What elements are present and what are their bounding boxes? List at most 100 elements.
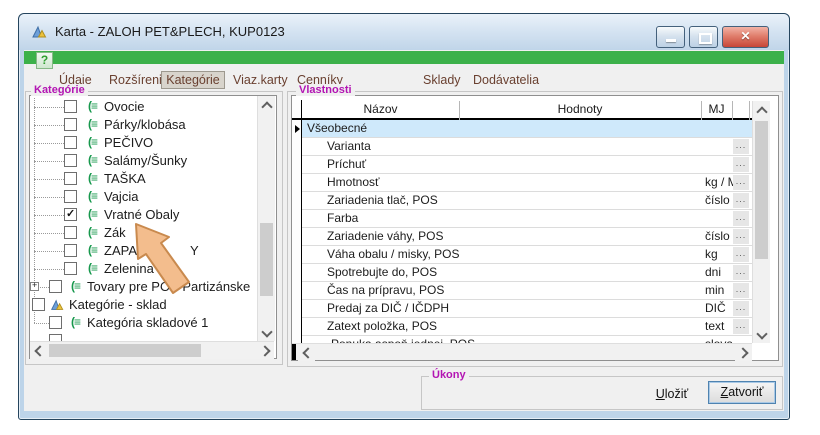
row-zariadenia-tlac[interactable]: Zariadenia tlač, POS číslo ... — [292, 192, 752, 210]
scroll-left-icon[interactable] — [298, 344, 315, 361]
row-varianta[interactable]: Varianta ... — [292, 138, 752, 156]
category-icon: (≡ — [88, 261, 97, 275]
checkbox[interactable] — [64, 190, 77, 203]
checkbox[interactable] — [64, 226, 77, 239]
screenshot-page: Karta - ZALOH PET&PLECH, KUP0123 ✕ ? Úda… — [0, 0, 820, 435]
category-icon: (≡ — [88, 225, 97, 239]
checkbox[interactable] — [64, 172, 77, 185]
checkbox[interactable] — [49, 334, 62, 341]
expand-plus-icon[interactable] — [30, 282, 39, 291]
close-dialog-button[interactable]: Zatvoriť — [708, 381, 776, 404]
checkbox[interactable] — [64, 100, 77, 113]
scroll-left-icon[interactable] — [30, 342, 47, 359]
properties-rows: Všeobecné Varianta ... Príchuť ... Hmotn… — [292, 120, 752, 343]
pointer-arrow-overlay — [128, 220, 204, 306]
tab-kategorie[interactable]: Kategórie — [161, 71, 225, 89]
category-icon: (≡ — [88, 99, 97, 113]
tree-item-taska[interactable]: (≡ TAŠKA — [30, 170, 258, 188]
save-button[interactable]: Uložiť — [644, 384, 700, 404]
category-icon: (≡ — [88, 153, 97, 167]
checkbox-checked[interactable] — [64, 208, 77, 221]
app-icon — [31, 24, 47, 40]
more-button[interactable]: ... — [733, 301, 749, 316]
titlebar[interactable]: Karta - ZALOH PET&PLECH, KUP0123 ✕ — [19, 14, 789, 50]
help-button[interactable]: ? — [36, 52, 53, 69]
grid-vscroll-thumb[interactable] — [755, 121, 768, 259]
current-row-marker — [295, 125, 300, 133]
minimize-icon — [666, 39, 676, 42]
row-spotrebujte-do[interactable]: Spotrebujte do, POS dni ... — [292, 264, 752, 282]
tree-item-kategoria-skladove1[interactable]: (≡ Kategória skladové 1 — [30, 314, 258, 332]
category-icon: (≡ — [71, 279, 80, 293]
hscroll-left-mark — [292, 344, 296, 360]
tree-item-parky[interactable]: (≡ Párky/klobása — [30, 116, 258, 134]
row-farba[interactable]: Farba ... — [292, 210, 752, 228]
more-button[interactable]: ... — [733, 175, 749, 190]
category-icon: (≡ — [88, 189, 97, 203]
category-icon: (≡ — [88, 243, 97, 257]
scroll-up-icon[interactable] — [258, 96, 275, 113]
app-window: Karta - ZALOH PET&PLECH, KUP0123 ✕ ? Úda… — [18, 13, 790, 420]
more-button[interactable]: ... — [733, 247, 749, 262]
row-ponuka-aspon[interactable]: -Ponuka aspoň jednej, POS slova — [292, 336, 752, 343]
grid-hscrollbar[interactable] — [292, 343, 752, 360]
category-icon: (≡ — [88, 207, 97, 221]
close-button[interactable]: ✕ — [722, 26, 769, 48]
checkbox[interactable] — [64, 136, 77, 149]
category-icon: (≡ — [88, 117, 97, 131]
row-zariadenie-vahy[interactable]: Zariadenie váhy, POS číslo ... — [292, 228, 752, 246]
more-button[interactable]: ... — [733, 211, 749, 226]
tree-hscrollbar[interactable] — [30, 341, 274, 359]
more-button[interactable]: ... — [733, 265, 749, 280]
row-predaj-za-dic[interactable]: Predaj za DIČ / IČDPH DIČ ... — [292, 300, 752, 318]
checkbox[interactable] — [64, 262, 77, 275]
window-title: Karta - ZALOH PET&PLECH, KUP0123 — [55, 24, 285, 39]
checkbox[interactable] — [49, 316, 62, 329]
scroll-right-icon[interactable] — [257, 342, 274, 359]
checkbox[interactable] — [64, 154, 77, 167]
checkbox[interactable] — [64, 244, 77, 257]
more-button[interactable]: ... — [733, 229, 749, 244]
more-button[interactable]: ... — [733, 283, 749, 298]
checkbox[interactable] — [49, 280, 62, 293]
category-group-icon — [50, 298, 64, 312]
more-button[interactable]: ... — [733, 157, 749, 172]
row-prichut[interactable]: Príchuť ... — [292, 156, 752, 174]
tree-item-vajcia[interactable]: (≡ Vajcia — [30, 188, 258, 206]
maximize-icon — [699, 33, 712, 44]
checkbox[interactable] — [64, 118, 77, 131]
category-icon: (≡ — [88, 135, 97, 149]
scroll-up-icon[interactable] — [753, 101, 770, 118]
tab-rozsirenia[interactable]: Rozšírenia — [109, 71, 169, 89]
tree-vscrollbar[interactable] — [257, 96, 275, 341]
tree-vscroll-thumb[interactable] — [260, 223, 273, 296]
category-icon: (≡ — [88, 171, 97, 185]
tree-item-ovocie[interactable]: (≡ Ovocie — [30, 98, 258, 116]
row-vseobecne[interactable]: Všeobecné — [292, 120, 752, 138]
actions-group-label: Úkony — [429, 369, 469, 381]
tab-sklady[interactable]: Sklady — [423, 71, 461, 89]
row-cas-na-pripravu[interactable]: Čas na prípravu, POS min ... — [292, 282, 752, 300]
category-icon: (≡ — [71, 315, 80, 329]
tab-viazkarty[interactable]: Viaz.karty — [233, 71, 288, 89]
header-selector-cell — [292, 101, 752, 118]
row-zatext-polozka[interactable]: Zatext položka, POS text ... — [292, 318, 752, 336]
more-button[interactable]: ... — [733, 193, 749, 208]
tree-hscroll-thumb[interactable] — [49, 344, 201, 357]
checkbox[interactable] — [32, 298, 45, 311]
tab-dodavatelia[interactable]: Dodávatelia — [473, 71, 539, 89]
properties-group-label: Vlastnosti — [296, 84, 355, 96]
tree-item-partial — [30, 332, 258, 341]
row-hmotnost[interactable]: Hmotnosť kg / MJ ... — [292, 174, 752, 192]
minimize-button[interactable] — [656, 26, 685, 48]
maximize-button[interactable] — [689, 26, 718, 48]
grid-vscrollbar[interactable] — [752, 101, 770, 343]
more-button[interactable]: ... — [733, 139, 749, 154]
scroll-right-icon[interactable] — [735, 344, 752, 361]
scroll-down-icon[interactable] — [753, 326, 770, 343]
more-button[interactable]: ... — [733, 319, 749, 334]
row-vaha-obalu[interactable]: Váha obalu / misky, POS kg ... — [292, 246, 752, 264]
tree-item-pecivo[interactable]: (≡ PEČIVO — [30, 134, 258, 152]
scroll-down-icon[interactable] — [258, 324, 275, 341]
tree-item-salamy[interactable]: (≡ Salámy/Šunky — [30, 152, 258, 170]
